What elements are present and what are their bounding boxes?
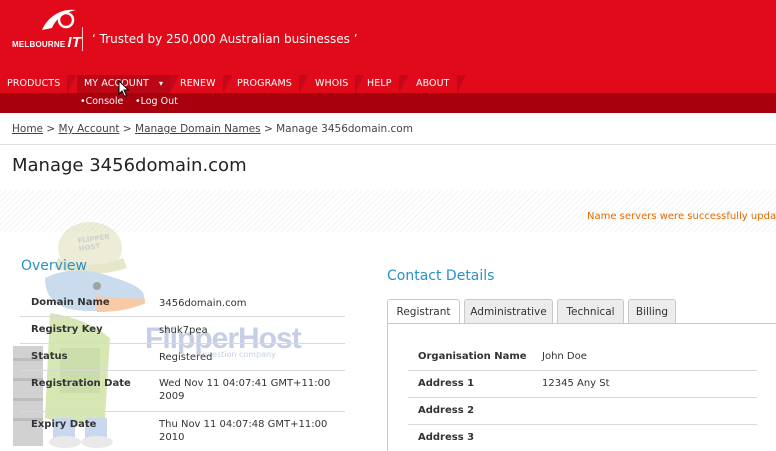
breadcrumb-sep: >	[46, 123, 56, 135]
table-row: Registry Key shuk7pea	[20, 317, 345, 344]
divider	[0, 144, 776, 145]
page-title: Manage 3456domain.com	[12, 155, 247, 176]
nav-item-products[interactable]: PRODUCTS	[0, 75, 77, 93]
logo-text: MELBOURNE	[12, 40, 66, 49]
nav-item-help[interactable]: HELP	[360, 75, 408, 93]
tab-billing[interactable]: Billing	[628, 299, 676, 323]
contact-label: Address 3	[418, 432, 475, 443]
nav-item-whois[interactable]: WHOIS	[308, 75, 365, 93]
nav-label: HELP	[367, 78, 392, 89]
contact-label: Address 1	[418, 378, 475, 389]
subnav-item-console[interactable]: •Console	[80, 96, 123, 107]
nav-label: WHOIS	[315, 78, 349, 89]
nav-label: RENEW	[180, 78, 216, 89]
main-nav: PRODUCTS MY ACCOUNT ▾ RENEW PROGRAMS WHOI…	[0, 75, 776, 93]
nav-label: PRODUCTS	[7, 78, 61, 89]
tab-technical[interactable]: Technical	[557, 299, 624, 323]
nav-item-about[interactable]: ABOUT	[409, 75, 466, 93]
overview-label: Registry Key	[31, 324, 103, 335]
overview-label: Status	[31, 351, 68, 362]
overview-value: Registered	[159, 352, 213, 363]
chevron-down-icon: ▾	[158, 79, 164, 88]
contact-label: Address 2	[418, 405, 475, 416]
site-header: MELBOURNE IT ‘ Trusted by 250,000 Austral…	[0, 0, 776, 75]
breadcrumb: Home > My Account > Manage Domain Names …	[12, 123, 413, 135]
contact-value: John Doe	[542, 351, 587, 362]
table-row: Registration Date Wed Nov 11 04:07:41 GM…	[20, 371, 345, 412]
breadcrumb-sep: >	[263, 123, 273, 135]
subnav-item-logout[interactable]: •Log Out	[135, 96, 178, 107]
nav-label: ABOUT	[416, 78, 450, 89]
table-row: Address 3	[408, 425, 757, 449]
nav-item-programs[interactable]: PROGRAMS	[230, 75, 308, 93]
nav-item-renew[interactable]: RENEW	[173, 75, 232, 93]
overview-title: Overview	[21, 258, 87, 274]
table-row: Organisation Name John Doe	[408, 343, 757, 371]
breadcrumb-my-account[interactable]: My Account	[59, 123, 120, 135]
overview-value: Wed Nov 11 04:07:41 GMT+11:00 2009	[159, 378, 331, 402]
breadcrumb-sep: >	[122, 123, 132, 135]
overview-value: shuk7pea	[159, 325, 208, 336]
table-row: Status Registered	[20, 344, 345, 371]
logo-swoosh-icon	[42, 9, 76, 30]
overview-value: 3456domain.com	[159, 298, 247, 309]
overview-value: Thu Nov 11 04:07:48 GMT+11:00 2010	[159, 419, 328, 443]
contact-details-title: Contact Details	[387, 268, 495, 284]
nav-label: MY ACCOUNT	[84, 78, 149, 89]
table-row: Expiry Date Thu Nov 11 04:07:48 GMT+11:0…	[20, 412, 345, 450]
tab-administrative[interactable]: Administrative	[464, 299, 553, 323]
overview-label: Registration Date	[31, 378, 131, 389]
nav-label: PROGRAMS	[237, 78, 292, 89]
logo-divider	[82, 27, 83, 51]
mouse-cursor-icon	[118, 80, 130, 98]
table-row: Address 1 12345 Any St	[408, 371, 757, 398]
contact-label: Organisation Name	[418, 351, 527, 362]
logo[interactable]: MELBOURNE IT	[12, 34, 81, 51]
sub-nav: •Console •Log Out	[0, 93, 776, 113]
breadcrumb-current: Manage 3456domain.com	[276, 123, 413, 135]
table-row: Address 2	[408, 398, 757, 425]
breadcrumb-home[interactable]: Home	[12, 123, 43, 135]
contact-value: 12345 Any St	[542, 378, 610, 389]
overview-label: Expiry Date	[31, 419, 97, 430]
tab-registrant[interactable]: Registrant	[387, 299, 460, 324]
logo-it: IT	[67, 34, 82, 51]
breadcrumb-manage-domains[interactable]: Manage Domain Names	[135, 123, 261, 135]
table-row: Domain Name 3456domain.com	[20, 290, 345, 317]
tagline: ‘ Trusted by 250,000 Australian business…	[92, 32, 358, 46]
status-message: Name servers were successfully update	[587, 211, 776, 222]
overview-label: Domain Name	[31, 297, 110, 308]
